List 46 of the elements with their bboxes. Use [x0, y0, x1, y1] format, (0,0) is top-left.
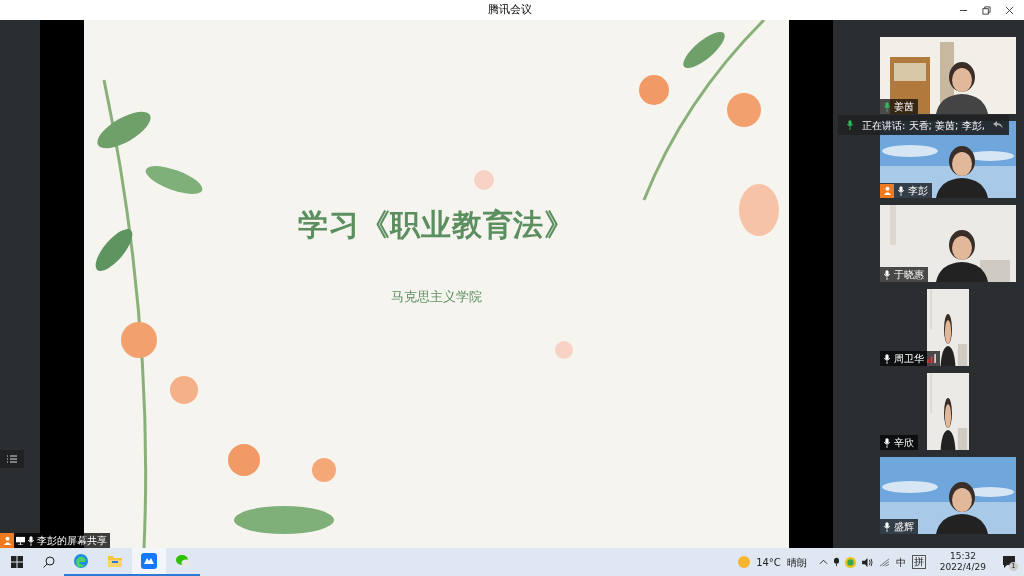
screen-icon — [16, 536, 25, 545]
browser-icon — [73, 553, 89, 569]
weather-text: 晴朗 — [786, 555, 807, 570]
slide-title: 学习《职业教育法》 — [298, 206, 575, 244]
window-title: 腾讯会议 — [488, 1, 532, 18]
close-icon[interactable] — [1005, 5, 1014, 15]
participant-name: 李彭 — [908, 185, 928, 196]
clock-time: 15:32 — [949, 551, 976, 562]
video-tile[interactable]: 盛辉 — [880, 457, 1016, 534]
microphone-icon — [883, 101, 891, 112]
temperature: 14°C — [756, 555, 781, 570]
reply-icon — [992, 121, 1003, 129]
video-tile[interactable]: 姜茵 — [880, 37, 1016, 114]
video-tile[interactable]: 于晓惠 — [880, 205, 1016, 282]
slide-subtitle: 马克思主义学院 — [391, 288, 482, 306]
host-icon — [0, 533, 14, 548]
speaker-icon[interactable] — [861, 557, 873, 567]
sync-icon[interactable] — [844, 556, 856, 568]
microphone-icon — [27, 535, 35, 546]
search-icon — [43, 556, 55, 568]
list-button[interactable] — [0, 450, 24, 468]
taskbar-app[interactable] — [132, 548, 166, 576]
participant-name: 姜茵 — [894, 101, 914, 112]
microphone-icon — [883, 269, 891, 280]
list-icon — [7, 455, 17, 463]
meeting-app-icon — [141, 553, 157, 569]
microphone-icon — [883, 437, 891, 448]
microphone-icon — [897, 185, 905, 196]
clock-date: 2022/4/29 — [939, 562, 986, 573]
wifi-icon[interactable] — [878, 557, 890, 567]
participant-name: 于晓惠 — [894, 269, 924, 280]
microphone-icon — [883, 521, 891, 532]
chevron-up-icon[interactable] — [818, 559, 828, 565]
microphone-icon[interactable] — [833, 557, 839, 567]
restore-icon[interactable] — [982, 5, 991, 15]
input-mode-indicator[interactable]: 拼 — [911, 555, 926, 569]
participant-name: 辛欣 — [894, 437, 914, 448]
chat-icon — [175, 553, 191, 569]
microphone-icon — [846, 120, 854, 130]
folder-icon — [107, 553, 123, 569]
share-text: 李彭的屏幕共享 — [37, 534, 107, 548]
participant-name: 盛辉 — [894, 521, 914, 532]
input-method-indicator[interactable]: 中 — [895, 554, 906, 570]
microphone-icon — [883, 353, 891, 364]
participant-name: 周卫华 — [894, 353, 924, 364]
windows-logo-icon — [11, 556, 23, 568]
